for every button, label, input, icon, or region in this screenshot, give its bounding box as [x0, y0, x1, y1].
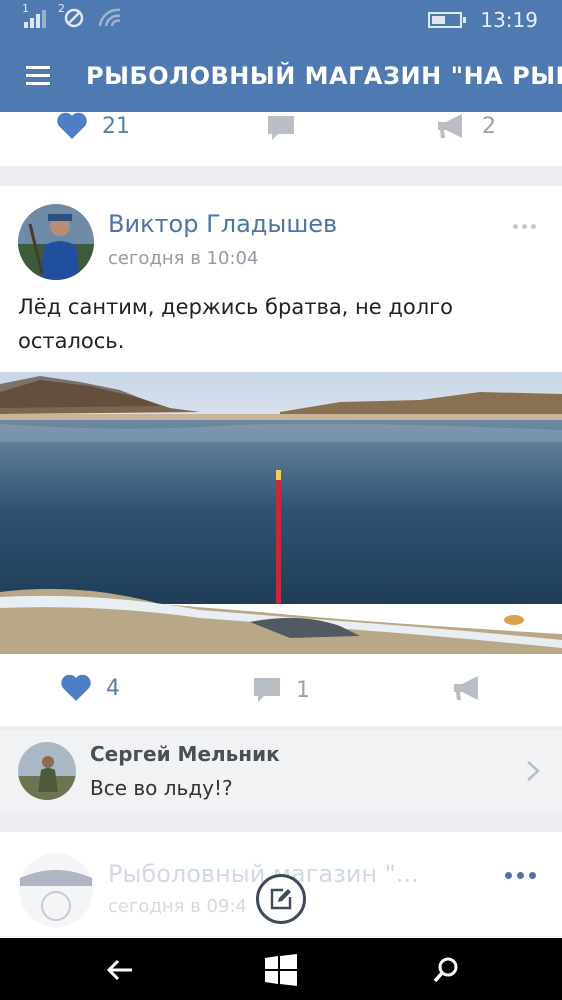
heart-icon	[61, 674, 91, 701]
share-button[interactable]	[452, 674, 484, 702]
back-button[interactable]	[100, 950, 140, 990]
comment-icon	[268, 116, 294, 140]
comment-button[interactable]: 1	[252, 676, 310, 704]
like-button[interactable]: 21	[56, 112, 130, 140]
share-count: 2	[482, 113, 496, 139]
post-photo[interactable]	[0, 372, 562, 654]
more-options-icon[interactable]	[513, 224, 536, 229]
screen: 1 2 13:19 РЫБОЛОВНЫЙ МАГАЗИН "НА РЫ 21 2…	[0, 0, 562, 1000]
menu-icon[interactable]	[26, 66, 50, 86]
megaphone-icon	[438, 114, 462, 138]
wifi-icon	[98, 8, 121, 27]
start-button[interactable]	[261, 950, 301, 990]
comment-preview[interactable]: Сергей Мельник Все во льду!?	[0, 730, 562, 812]
edit-icon	[270, 888, 292, 910]
search-icon	[433, 957, 458, 983]
clock: 13:19	[480, 8, 538, 32]
author-name[interactable]: Виктор Гладышев	[108, 210, 337, 238]
compose-button[interactable]	[256, 874, 306, 924]
comment-text: Все во льду!?	[90, 776, 233, 800]
like-count: 21	[102, 113, 130, 139]
status-bar: 1 2 13:19	[0, 0, 562, 38]
signal-icon-2: 2	[58, 2, 84, 28]
comment-button[interactable]	[266, 114, 296, 142]
heart-icon	[57, 112, 87, 139]
more-options-icon[interactable]	[505, 872, 536, 879]
author-avatar[interactable]	[18, 204, 94, 280]
share-button[interactable]: 2	[436, 112, 496, 140]
sim2-label: 2	[58, 2, 65, 15]
post-card: Виктор Гладышев сегодня в 10:04 Лёд сант…	[0, 186, 562, 726]
megaphone-icon	[454, 676, 478, 700]
system-nav-bar	[0, 938, 562, 1000]
next-post-time: сегодня в 09:4	[108, 896, 247, 917]
signal-icon: 1	[22, 2, 46, 28]
post-text: Лёд сантим, держись братва, не долго ост…	[18, 295, 454, 353]
like-count: 4	[106, 675, 120, 701]
chevron-right-icon	[527, 761, 540, 781]
comment-icon	[254, 678, 280, 702]
comment-count: 1	[296, 677, 310, 703]
page-title: РЫБОЛОВНЫЙ МАГАЗИН "НА РЫБАЛКУ"	[86, 62, 562, 90]
commenter-avatar[interactable]	[18, 742, 76, 800]
app-bar: 1 2 13:19 РЫБОЛОВНЫЙ МАГАЗИН "НА РЫ	[0, 0, 562, 112]
like-button[interactable]: 4	[60, 674, 120, 702]
store-avatar[interactable]	[18, 852, 94, 928]
battery-icon	[428, 12, 467, 28]
sim1-label: 1	[22, 2, 29, 15]
commenter-name: Сергей Мельник	[90, 742, 280, 766]
post-time: сегодня в 10:04	[108, 248, 259, 269]
back-arrow-icon	[106, 959, 132, 981]
windows-logo-icon	[265, 954, 297, 986]
search-button[interactable]	[426, 950, 466, 990]
title-bar: РЫБОЛОВНЫЙ МАГАЗИН "НА РЫБАЛКУ"	[0, 44, 562, 112]
previous-post-actions: 21 2	[0, 112, 562, 166]
